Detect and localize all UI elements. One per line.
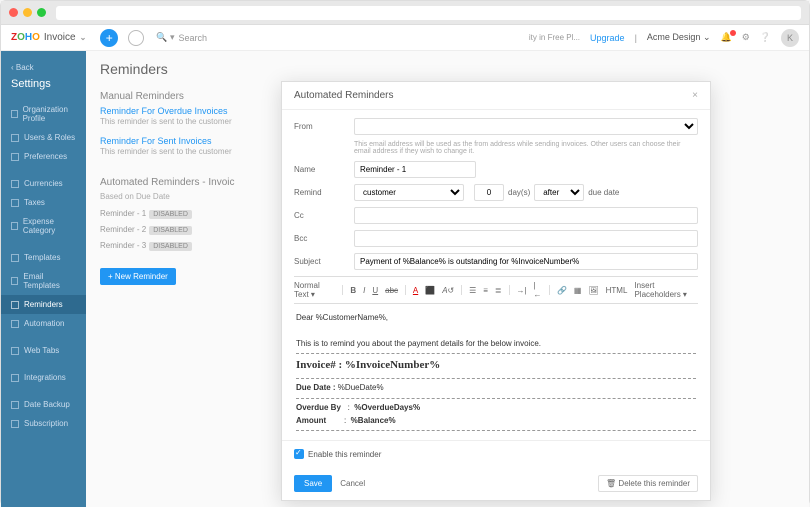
- clear-format-icon[interactable]: A↺: [442, 286, 454, 295]
- bcc-label: Bcc: [294, 234, 354, 243]
- back-link[interactable]: ‹ Back: [1, 59, 86, 76]
- modal-close-icon[interactable]: ×: [692, 90, 698, 101]
- highlight-icon[interactable]: ⬛: [425, 286, 435, 295]
- cancel-button[interactable]: Cancel: [340, 479, 365, 488]
- from-help-text: This email address will be used as the f…: [354, 141, 698, 155]
- cc-label: Cc: [294, 211, 354, 220]
- window-chrome: [1, 1, 809, 25]
- search-icon: 🔍 ▾: [156, 32, 174, 43]
- italic-icon[interactable]: I: [363, 286, 365, 295]
- sidebar-item-automation[interactable]: Automation: [1, 314, 86, 333]
- indent-icon[interactable]: →|: [516, 286, 526, 295]
- page-content: Reminders Manual Reminders Reminder For …: [86, 51, 809, 507]
- close-dot[interactable]: [9, 8, 18, 17]
- remind-when-select[interactable]: after: [534, 184, 584, 201]
- org-switcher[interactable]: Acme Design ⌄: [647, 32, 711, 43]
- delete-reminder-button[interactable]: 🗑 Delete this reminder: [598, 475, 698, 492]
- window-dots: [9, 8, 46, 17]
- settings-icon[interactable]: ⚙: [742, 32, 750, 43]
- sidebar-item-subscription[interactable]: Subscription: [1, 414, 86, 433]
- sidebar-item-users-roles[interactable]: Users & Roles: [1, 128, 86, 147]
- sidebar-item-org-profile[interactable]: Organization Profile: [1, 100, 86, 128]
- quick-add-button[interactable]: +: [100, 29, 118, 47]
- minimize-dot[interactable]: [23, 8, 32, 17]
- sidebar-item-email-templates[interactable]: Email Templates: [1, 267, 86, 295]
- table-icon[interactable]: ▦: [574, 286, 582, 295]
- remind-who-select[interactable]: customer: [354, 184, 464, 201]
- recent-icon[interactable]: [128, 30, 144, 46]
- logo-letter: O: [32, 32, 40, 43]
- sidebar-item-web-tabs[interactable]: Web Tabs: [1, 341, 86, 360]
- sidebar-item-templates[interactable]: Templates: [1, 248, 86, 267]
- checkbox-icon: [294, 449, 304, 459]
- name-input[interactable]: [354, 161, 476, 178]
- remind-label: Remind: [294, 188, 354, 197]
- page-title: Reminders: [100, 61, 795, 77]
- email-body-editor[interactable]: Dear %CustomerName%, This is to remind y…: [294, 304, 698, 440]
- sidebar-item-taxes[interactable]: Taxes: [1, 193, 86, 212]
- text-color-icon[interactable]: A: [413, 286, 418, 295]
- format-select[interactable]: Normal Text ▾: [294, 281, 335, 299]
- help-icon[interactable]: ❔: [760, 32, 771, 43]
- sidebar-item-reminders[interactable]: Reminders: [1, 295, 86, 314]
- name-label: Name: [294, 165, 354, 174]
- sidebar-item-preferences[interactable]: Preferences: [1, 147, 86, 166]
- remind-due-text: due date: [588, 188, 619, 197]
- product-name: Invoice: [44, 32, 76, 43]
- sidebar-item-integrations[interactable]: Integrations: [1, 368, 86, 387]
- divider: |: [635, 33, 637, 43]
- app-topbar: Z O H O Invoice ⌄ + 🔍 ▾ Search ity in Fr…: [1, 25, 809, 51]
- html-toggle[interactable]: HTML: [606, 286, 628, 295]
- cc-input[interactable]: [354, 207, 698, 224]
- editor-toolbar: Normal Text ▾ B I U abc A ⬛ A↺ ☰ ≡ ≣ →|: [294, 276, 698, 304]
- body-invoice-head: Invoice# : %InvoiceNumber%: [296, 357, 696, 375]
- maximize-dot[interactable]: [37, 8, 46, 17]
- remind-unit-text: day(s): [508, 188, 530, 197]
- sidebar-title: Settings: [1, 76, 86, 100]
- url-bar[interactable]: [56, 6, 801, 20]
- logo-letter: H: [25, 32, 32, 43]
- modal-title: Automated Reminders: [294, 90, 394, 101]
- reminder-modal: Automated Reminders × From This email ad…: [281, 81, 711, 501]
- trial-text: ity in Free Pl...: [529, 33, 580, 42]
- body-amount: Amount : %Balance%: [296, 415, 696, 428]
- link-icon[interactable]: 🔗: [557, 286, 567, 295]
- underline-icon[interactable]: U: [372, 286, 378, 295]
- logo-letter: O: [17, 32, 25, 43]
- new-reminder-button[interactable]: + New Reminder: [100, 268, 176, 285]
- remind-number-input[interactable]: [474, 184, 504, 201]
- user-avatar[interactable]: K: [781, 29, 799, 47]
- enable-reminder-checkbox[interactable]: Enable this reminder: [294, 449, 698, 459]
- align-icon[interactable]: ≣: [495, 286, 502, 295]
- from-label: From: [294, 122, 354, 131]
- notifications-icon[interactable]: 🔔: [720, 32, 731, 43]
- body-overdue: Overdue By : %OverdueDays%: [296, 402, 696, 415]
- from-select[interactable]: [354, 118, 698, 135]
- sidebar-item-expense-category[interactable]: Expense Category: [1, 212, 86, 240]
- settings-sidebar: ‹ Back Settings Organization Profile Use…: [1, 51, 86, 507]
- bold-icon[interactable]: B: [350, 286, 356, 295]
- sidebar-item-currencies[interactable]: Currencies: [1, 174, 86, 193]
- upgrade-link[interactable]: Upgrade: [590, 33, 625, 43]
- brand-logo[interactable]: Z O H O Invoice ⌄: [11, 32, 86, 43]
- insert-placeholders[interactable]: Insert Placeholders ▾: [634, 281, 698, 299]
- subject-label: Subject: [294, 257, 354, 266]
- chevron-down-icon[interactable]: ⌄: [80, 33, 87, 42]
- image-icon[interactable]: 🖼: [588, 286, 598, 295]
- body-due-date: Due Date : Due Date : %DueDate%%DueDate%: [296, 382, 696, 395]
- strike-icon[interactable]: abc: [385, 286, 398, 295]
- body-line-1: This is to remind you about the payment …: [296, 338, 696, 351]
- global-search[interactable]: 🔍 ▾ Search: [156, 32, 207, 43]
- number-list-icon[interactable]: ≡: [483, 286, 488, 295]
- save-button[interactable]: Save: [294, 475, 332, 492]
- subject-input[interactable]: [354, 253, 698, 270]
- search-placeholder: Search: [179, 33, 208, 43]
- body-greeting: Dear %CustomerName%,: [296, 312, 696, 325]
- bullet-list-icon[interactable]: ☰: [469, 286, 476, 295]
- sidebar-item-date-backup[interactable]: Date Backup: [1, 395, 86, 414]
- bcc-input[interactable]: [354, 230, 698, 247]
- outdent-icon[interactable]: |←: [534, 281, 543, 299]
